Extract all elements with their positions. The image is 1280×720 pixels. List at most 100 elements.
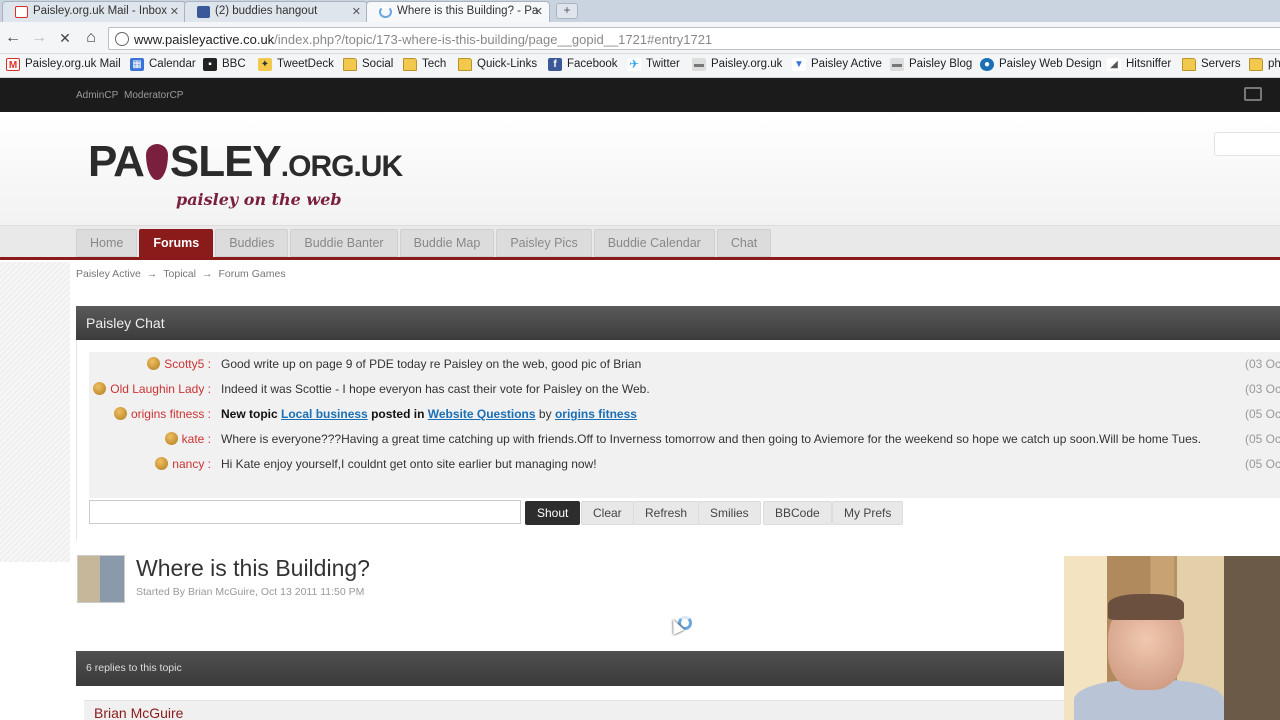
user-icon	[155, 457, 169, 470]
chat-user[interactable]: kate :	[164, 427, 211, 452]
bookmark-paisley-active[interactable]: ▼ Paisley Active	[792, 58, 882, 71]
bookmark-bbc[interactable]: ▪ BBC	[203, 58, 246, 71]
my-prefs-button[interactable]: My Prefs	[832, 501, 904, 525]
url-host: www.paisleyactive.co.uk	[134, 32, 275, 47]
bookmark-label: Facebook	[567, 58, 618, 70]
address-bar[interactable]: www.paisleyactive.co.uk/index.php?/topic…	[108, 27, 1280, 50]
new-tab-button[interactable]: +	[556, 3, 578, 19]
bookmark-twitter[interactable]: ✈ Twitter	[627, 58, 680, 71]
url-text[interactable]: www.paisleyactive.co.uk/index.php?/topic…	[134, 32, 712, 47]
nav-forums[interactable]: Forums	[139, 229, 214, 257]
bookmark-label: Servers	[1201, 58, 1241, 70]
bookmark-label: Paisley Blog	[909, 58, 973, 70]
calendar-icon: ▦	[130, 58, 144, 71]
folder-icon	[458, 58, 472, 71]
nav-home[interactable]: Home	[76, 229, 138, 257]
chat-date: (05 Oc	[1244, 457, 1280, 471]
site-logo[interactable]: PA SLEY.ORG.UK	[88, 137, 403, 191]
messenger-icon[interactable]	[1244, 87, 1262, 101]
bookmark-tweetdeck[interactable]: ✦ TweetDeck	[258, 58, 334, 71]
breadcrumb-item[interactable]: Forum Games	[218, 268, 285, 280]
chat-message: Old Laughin Lady : Indeed it was Scottie…	[89, 377, 1280, 402]
logo-drop-icon	[145, 144, 168, 180]
close-icon[interactable]: ✕	[352, 5, 361, 18]
smilies-button[interactable]: Smilies	[698, 501, 761, 525]
nav-paisley-pics[interactable]: Paisley Pics	[496, 229, 592, 257]
bookmark-folder-quick-links[interactable]: Quick-Links	[458, 58, 537, 71]
bookmark-label: Social	[362, 58, 394, 70]
shout-input[interactable]	[89, 500, 521, 524]
bookmark-label: ph	[1268, 58, 1280, 70]
chat-messages[interactable]: Scotty5 : Good write up on page 9 of PDE…	[89, 352, 1280, 498]
bookmark-calendar[interactable]: ▦ Calendar	[130, 58, 196, 71]
folder-icon	[403, 58, 417, 71]
nav-chat[interactable]: Chat	[716, 229, 772, 257]
logo-text-right: SLEY	[169, 137, 282, 186]
webcam-overlay	[1064, 556, 1280, 720]
nav-buddie-banter[interactable]: Buddie Banter	[290, 229, 398, 257]
user-icon	[93, 382, 107, 395]
home-icon[interactable]: ⌂	[81, 28, 101, 48]
chat-text-prefix: New topic	[221, 407, 278, 421]
topic-link[interactable]: Local business	[281, 407, 368, 421]
chat-panel: Scotty5 : Good write up on page 9 of PDE…	[76, 340, 1280, 540]
user-link[interactable]: origins fitness	[555, 407, 637, 421]
bookmark-label: TweetDeck	[277, 58, 334, 70]
chat-title: Paisley Chat	[76, 306, 1280, 340]
clear-button[interactable]: Clear	[581, 501, 634, 525]
chat-user[interactable]: Old Laughin Lady :	[93, 377, 211, 402]
bookmark-label: BBC	[222, 58, 246, 70]
breadcrumb-item[interactable]: Topical	[163, 268, 196, 280]
chat-text: Indeed it was Scottie - I hope everyon h…	[221, 382, 650, 396]
refresh-button[interactable]: Refresh	[633, 501, 700, 525]
tweetdeck-icon: ✦	[258, 58, 272, 71]
topic-meta: Started By Brian McGuire, Oct 13 2011 11…	[136, 586, 365, 598]
tab-current[interactable]: Where is this Building? - Pa ✕	[366, 1, 550, 22]
site-search-input[interactable]	[1214, 132, 1280, 156]
poster-name[interactable]: Brian McGuire	[94, 705, 183, 720]
chat-username: nancy	[172, 457, 205, 471]
nav-buddie-calendar[interactable]: Buddie Calendar	[593, 229, 715, 257]
chat-text-mid: posted in	[371, 407, 425, 421]
webcam-person-hair	[1108, 594, 1184, 620]
shout-button[interactable]: Shout	[525, 501, 581, 525]
breadcrumb-item[interactable]: Paisley Active	[76, 268, 141, 280]
bookmark-folder-social[interactable]: Social	[343, 58, 394, 71]
nav-buddie-map[interactable]: Buddie Map	[399, 229, 495, 257]
bookmark-folder-servers[interactable]: Servers	[1182, 58, 1241, 71]
folder-icon	[343, 58, 357, 71]
bookmark-paisley-org[interactable]: ▬ Paisley.org.uk	[692, 58, 782, 71]
forum-link[interactable]: Website Questions	[428, 407, 536, 421]
page-info-icon[interactable]	[115, 32, 129, 46]
bookmark-folder-more[interactable]: ph	[1249, 58, 1280, 71]
admincp-link[interactable]: AdminCP	[76, 90, 118, 101]
chart-icon: ◢	[1107, 58, 1121, 71]
logo-text-left: PA	[88, 137, 145, 186]
back-icon[interactable]: ←	[3, 28, 23, 48]
chat-username: origins fitness	[130, 407, 205, 421]
moderatorcp-link[interactable]: ModeratorCP	[124, 90, 183, 101]
bookmark-hitsniffer[interactable]: ◢ Hitsniffer	[1107, 58, 1172, 71]
tab-facebook[interactable]: (2) buddies hangout ✕	[184, 1, 368, 22]
bookmark-label: Hitsniffer	[1126, 58, 1172, 70]
nav-buddies[interactable]: Buddies	[215, 229, 289, 257]
chat-date: (05 Oc	[1244, 432, 1280, 446]
close-icon[interactable]: ✕	[170, 5, 179, 18]
close-icon[interactable]: ✕	[534, 5, 543, 18]
bbc-icon: ▪	[203, 58, 217, 71]
bbcode-button[interactable]: BBCode	[763, 501, 832, 525]
chat-user[interactable]: origins fitness :	[113, 402, 211, 427]
bookmark-folder-tech[interactable]: Tech	[403, 58, 446, 71]
forward-icon[interactable]: →	[29, 28, 49, 48]
site-header: PA SLEY.ORG.UK paisley on the web	[0, 112, 1280, 226]
bookmark-paisley-blog[interactable]: ▬ Paisley Blog	[890, 58, 973, 71]
bookmark-paisley-web-design[interactable]: ● Paisley Web Design	[980, 58, 1102, 71]
user-icon	[147, 357, 161, 370]
stop-icon[interactable]: ✕	[55, 28, 75, 48]
bookmark-facebook[interactable]: f Facebook	[548, 58, 618, 71]
tab-gmail[interactable]: Paisley.org.uk Mail - Inbox ✕	[2, 1, 186, 22]
avatar[interactable]	[77, 555, 125, 603]
bookmark-gmail[interactable]: M Paisley.org.uk Mail	[6, 58, 121, 71]
chat-user[interactable]: nancy :	[155, 452, 211, 477]
chat-user[interactable]: Scotty5 :	[147, 352, 211, 377]
